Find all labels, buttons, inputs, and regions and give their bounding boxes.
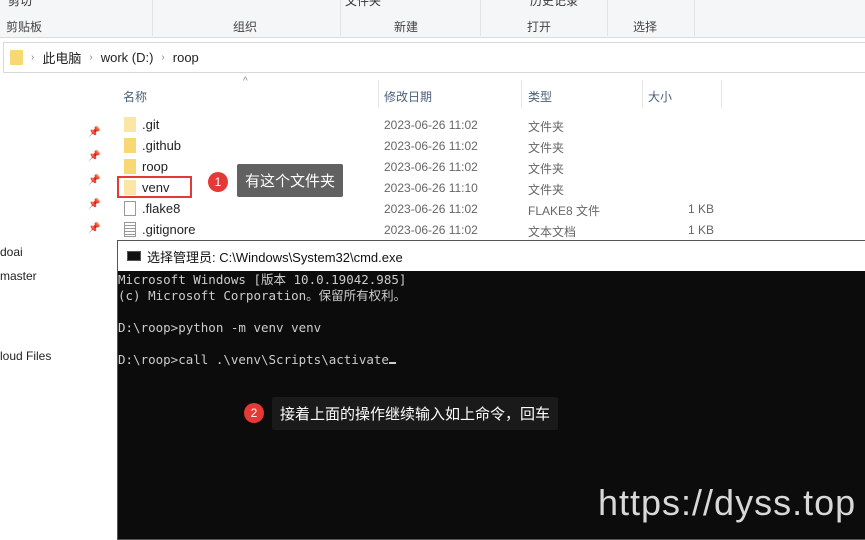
- watermark: https://dyss.top: [598, 482, 857, 523]
- file-date: 2023-06-26 11:02: [384, 118, 478, 132]
- pin-icon: 📌: [88, 175, 101, 186]
- terminal-line: D:\roop>call .\venv\Scripts\activate: [118, 352, 389, 367]
- file-type: 文件夹: [528, 120, 565, 134]
- column-size[interactable]: 大小: [648, 88, 672, 112]
- pin-icon: 📌: [88, 199, 101, 210]
- file-date: 2023-06-26 11:10: [384, 181, 478, 195]
- file-row[interactable]: .git: [124, 114, 159, 135]
- folder-icon: [10, 50, 23, 65]
- terminal-output[interactable]: Microsoft Windows [版本 10.0.19042.985] (c)…: [118, 271, 865, 368]
- column-type[interactable]: 类型: [528, 88, 552, 112]
- address-bar[interactable]: › 此电脑 › work (D:) › roop: [3, 42, 865, 73]
- group-organize: 组织: [233, 20, 258, 34]
- sidebar-item[interactable]: loud Files: [0, 349, 51, 363]
- sidebar-item[interactable]: master: [0, 269, 37, 283]
- chevron-right-icon: ›: [161, 52, 165, 63]
- folder-icon: [124, 159, 136, 174]
- cmd-icon: [127, 251, 141, 261]
- file-name: roop: [142, 159, 169, 174]
- file-row[interactable]: .flake8: [124, 198, 180, 219]
- terminal-line: Microsoft Windows [版本 10.0.19042.985]: [118, 272, 407, 287]
- file-type: 文件夹: [528, 141, 565, 155]
- cmd-title: 选择管理员: C:\Windows\System32\cmd.exe: [147, 249, 403, 265]
- file-name: .flake8: [142, 201, 181, 216]
- pin-icon: 📌: [88, 151, 101, 162]
- highlight-box: [117, 176, 192, 198]
- terminal-line: D:\roop>python -m venv venv: [118, 320, 322, 335]
- annotation-tooltip-2: 接着上面的操作继续输入如上命令，回车: [272, 397, 559, 430]
- history-button[interactable]: 历史记录: [530, 0, 578, 9]
- group-open: 打开: [527, 20, 552, 34]
- file-date: 2023-06-26 11:02: [384, 139, 478, 153]
- file-name: .gitignore: [142, 222, 196, 237]
- cursor: [388, 362, 396, 364]
- column-name[interactable]: 名称: [123, 88, 147, 112]
- file-type: 文件夹: [528, 162, 565, 176]
- file-icon: [124, 201, 136, 216]
- new-folder-button[interactable]: 文件夹: [345, 0, 381, 9]
- cut-button[interactable]: 剪切: [8, 0, 32, 9]
- annotation-badge-1: 1: [208, 172, 228, 192]
- folder-light-icon: [124, 117, 136, 132]
- file-name: .github: [142, 138, 182, 153]
- sort-ascending-icon: ^: [243, 76, 248, 87]
- file-date: 2023-06-26 11:02: [384, 160, 478, 174]
- file-row[interactable]: .github: [124, 135, 181, 156]
- file-type: 文本文档: [528, 225, 577, 239]
- text-file-icon: [124, 222, 136, 237]
- column-date[interactable]: 修改日期: [384, 88, 432, 112]
- group-select: 选择: [633, 20, 658, 34]
- chevron-right-icon: ›: [89, 52, 93, 63]
- chevron-right-icon: ›: [31, 52, 35, 63]
- terminal-line: (c) Microsoft Corporation。保留所有权利。: [118, 288, 407, 303]
- pin-icon: 📌: [88, 127, 101, 138]
- breadcrumb-this-pc[interactable]: 此电脑: [42, 48, 81, 67]
- pin-icon: 📌: [88, 223, 101, 234]
- file-type: 文件夹: [528, 183, 565, 197]
- annotation-tooltip-1: 有这个文件夹: [237, 164, 344, 197]
- file-size: 1 KB: [687, 223, 714, 237]
- folder-icon: [124, 138, 136, 153]
- group-new: 新建: [394, 20, 419, 34]
- file-size: 1 KB: [687, 202, 714, 216]
- cmd-titlebar[interactable]: 选择管理员: C:\Windows\System32\cmd.exe: [118, 241, 865, 271]
- file-date: 2023-06-26 11:02: [384, 223, 478, 237]
- file-date: 2023-06-26 11:02: [384, 202, 478, 216]
- file-row[interactable]: roop: [124, 156, 168, 177]
- file-row[interactable]: .gitignore: [124, 219, 195, 240]
- group-clipboard: 剪贴板: [6, 20, 43, 34]
- annotation-badge-2: 2: [244, 403, 264, 423]
- breadcrumb-roop[interactable]: roop: [173, 50, 199, 65]
- file-type: FLAKE8 文件: [528, 204, 601, 218]
- file-name: .git: [142, 117, 160, 132]
- sidebar-item[interactable]: doai: [0, 245, 23, 259]
- breadcrumb-drive[interactable]: work (D:): [101, 50, 154, 65]
- ribbon: 剪切 文件夹 历史记录 剪贴板 组织 新建 打开 选择: [0, 0, 865, 38]
